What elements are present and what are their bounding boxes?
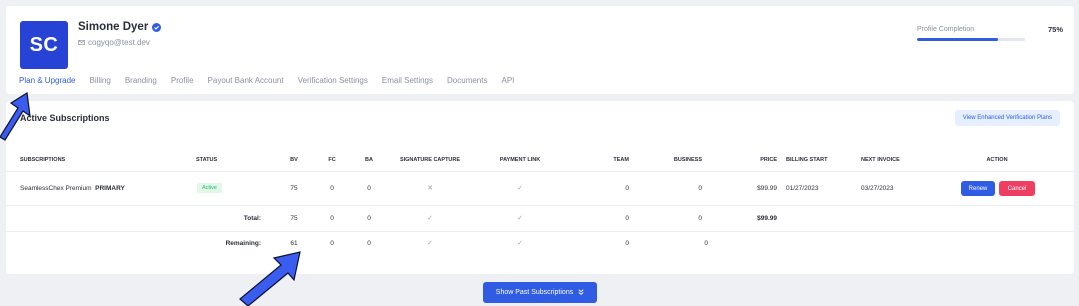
- header-business: BUSINESS: [673, 157, 702, 163]
- header-bv: BV: [290, 157, 298, 163]
- total-signature-check-icon: ✓: [427, 215, 433, 222]
- verified-badge-icon: [152, 22, 162, 32]
- user-email: cogyqo@test.dev: [88, 38, 150, 47]
- tab-documents[interactable]: Documents: [447, 76, 487, 85]
- tab-plan-upgrade[interactable]: Plan & Upgrade: [19, 76, 75, 85]
- profile-card: SC Simone Dyer cogyqo@test.dev Profile C…: [6, 6, 1074, 94]
- row-next-invoice: 03/27/2023: [861, 185, 894, 192]
- divider: [6, 231, 1074, 232]
- header-price: PRICE: [760, 157, 777, 163]
- completion-progress-fill: [917, 38, 998, 41]
- header-status: STATUS: [196, 157, 218, 163]
- remaining-signature-check-icon: ✓: [427, 240, 433, 247]
- view-enhanced-plans-button[interactable]: View Enhanced Verification Plans: [954, 110, 1060, 126]
- remaining-ba: 0: [367, 240, 371, 247]
- header-next-invoice: NEXT INVOICE: [861, 157, 900, 163]
- remaining-label: Remaining:: [225, 240, 261, 247]
- profile-completion: Profile Completion 75%: [917, 25, 1063, 41]
- avatar: SC: [20, 21, 68, 69]
- header-team: TEAM: [613, 157, 629, 163]
- row-business: 0: [698, 185, 702, 192]
- total-bv: 75: [290, 215, 298, 222]
- total-business: 0: [698, 215, 702, 222]
- completion-value: 75%: [1047, 25, 1063, 34]
- annotation-arrow-icon: [0, 92, 31, 141]
- tab-email-settings[interactable]: Email Settings: [382, 76, 433, 85]
- user-name-row: Simone Dyer: [78, 21, 162, 33]
- tab-verification-settings[interactable]: Verification Settings: [298, 76, 368, 85]
- plan-name: SeamlessChex Premium: [20, 185, 92, 192]
- show-past-subscriptions-button[interactable]: Show Past Subscriptions: [483, 282, 597, 303]
- tab-profile[interactable]: Profile: [171, 76, 194, 85]
- status-badge: Active: [197, 183, 222, 193]
- mail-icon: [78, 38, 85, 47]
- total-payment-check-icon: ✓: [517, 215, 523, 222]
- header-payment-link: PAYMENT LINK: [499, 157, 541, 163]
- total-label: Total:: [243, 215, 261, 222]
- header-signature-capture: SIGNATURE CAPTURE: [399, 157, 461, 163]
- total-team: 0: [625, 215, 629, 222]
- cancel-button[interactable]: Cancel: [999, 181, 1035, 196]
- remaining-bv: 61: [290, 240, 298, 247]
- header-fc: FC: [328, 157, 336, 163]
- header-billing-start: BILLING START: [786, 157, 828, 163]
- user-name: Simone Dyer: [78, 21, 149, 33]
- annotation-arrow-icon: [239, 251, 301, 306]
- header-ba: BA: [365, 157, 373, 163]
- completion-progress-track: [917, 38, 1025, 41]
- row-price: $99.99: [757, 185, 777, 192]
- double-chevron-down-icon: [578, 288, 584, 297]
- completion-label: Profile Completion: [917, 26, 975, 33]
- remaining-fc: 0: [330, 240, 334, 247]
- remaining-business: 0: [704, 240, 708, 247]
- subscriptions-card: Active Subscriptions View Enhanced Verif…: [6, 101, 1074, 274]
- total-ba: 0: [367, 215, 371, 222]
- header-action: ACTION: [986, 157, 1008, 163]
- subscription-name: SeamlessChex Premium PRIMARY: [20, 185, 125, 192]
- remaining-team: 0: [625, 240, 629, 247]
- divider: [6, 171, 1074, 172]
- settings-tabs: Plan & Upgrade Billing Branding Profile …: [19, 76, 528, 85]
- signature-capture-x-icon: ✕: [427, 185, 433, 192]
- total-fc: 0: [330, 215, 334, 222]
- divider: [6, 205, 1074, 206]
- show-past-label: Show Past Subscriptions: [495, 289, 574, 296]
- row-ba: 0: [367, 185, 371, 192]
- tab-api[interactable]: API: [501, 76, 514, 85]
- payment-link-check-icon: ✓: [517, 185, 523, 192]
- row-team: 0: [625, 185, 629, 192]
- row-bv: 75: [290, 185, 298, 192]
- user-email-row: cogyqo@test.dev: [78, 38, 150, 47]
- tab-branding[interactable]: Branding: [125, 76, 157, 85]
- tab-billing[interactable]: Billing: [89, 76, 110, 85]
- tab-payout-bank-account[interactable]: Payout Bank Account: [208, 76, 284, 85]
- primary-tag: PRIMARY: [95, 185, 125, 192]
- row-fc: 0: [330, 185, 334, 192]
- total-price: $99.99: [757, 215, 777, 222]
- remaining-payment-check-icon: ✓: [517, 240, 523, 247]
- row-billing-start: 01/27/2023: [786, 185, 819, 192]
- renew-button[interactable]: Renew: [961, 181, 995, 196]
- section-title: Active Subscriptions: [20, 113, 110, 123]
- header-subscriptions: SUBSCRIPTIONS: [20, 157, 66, 163]
